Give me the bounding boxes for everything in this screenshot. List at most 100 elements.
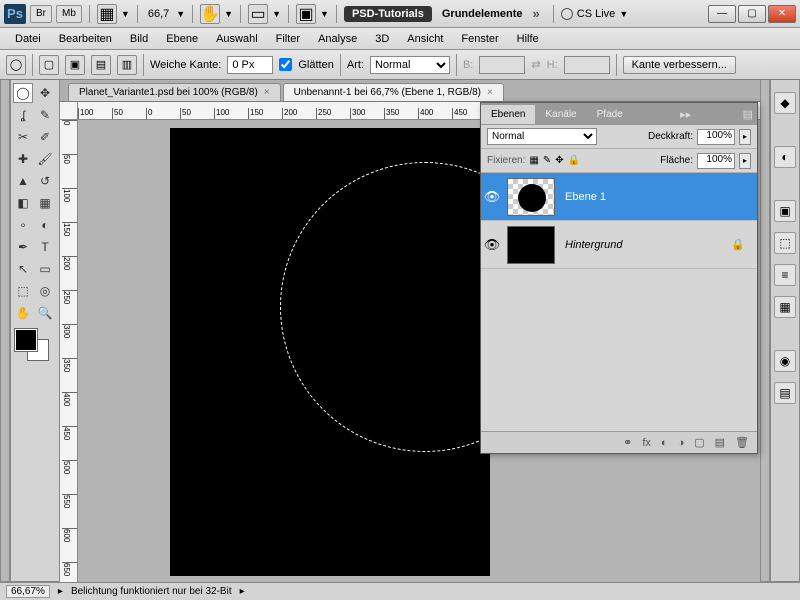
- status-arrow-icon[interactable]: ▸: [58, 586, 63, 597]
- opacity-input[interactable]: 100%: [697, 129, 735, 145]
- workspace-label[interactable]: Grundelemente: [442, 8, 523, 20]
- layer-thumbnail[interactable]: [507, 226, 555, 264]
- blend-mode-select[interactable]: Normal: [487, 128, 597, 145]
- fill-input[interactable]: 100%: [697, 153, 735, 169]
- lock-paint-icon[interactable]: ✎: [543, 155, 551, 166]
- style-select[interactable]: Normal: [370, 56, 450, 74]
- layer-group-icon[interactable]: ▢: [694, 436, 704, 449]
- history-brush-tool[interactable]: ↺: [35, 171, 55, 191]
- 3dcam-tool[interactable]: ◎: [35, 281, 55, 301]
- layer-name[interactable]: Hintergrund: [565, 239, 622, 251]
- move-tool[interactable]: ✥: [35, 83, 55, 103]
- feather-input[interactable]: [227, 56, 273, 74]
- menu-ebene[interactable]: Ebene: [157, 30, 207, 48]
- menu-ansicht[interactable]: Ansicht: [398, 30, 452, 48]
- pen-tool[interactable]: ✒: [13, 237, 33, 257]
- status-zoom[interactable]: 66,67%: [6, 585, 50, 598]
- crop-tool[interactable]: ✂: [13, 127, 33, 147]
- fill-flyout[interactable]: ▸: [739, 153, 751, 169]
- tab-close-icon[interactable]: ×: [264, 87, 270, 98]
- menu-bild[interactable]: Bild: [121, 30, 157, 48]
- color-swatches[interactable]: [13, 329, 57, 363]
- fg-swatch[interactable]: [15, 329, 37, 351]
- 3d-tool[interactable]: ⬚: [13, 281, 33, 301]
- layer-fx-icon[interactable]: fx: [642, 437, 651, 449]
- swatches-dock-icon[interactable]: ⬚: [774, 232, 796, 254]
- lock-all-icon[interactable]: 🔒: [568, 155, 580, 166]
- hand-tool[interactable]: ✋: [13, 303, 33, 323]
- menu-bearbeiten[interactable]: Bearbeiten: [50, 30, 121, 48]
- layer-row[interactable]: 👁 Hintergrund 🔒: [481, 221, 757, 269]
- type-tool[interactable]: T: [35, 237, 55, 257]
- minimize-button[interactable]: —: [708, 5, 736, 23]
- zoom-value[interactable]: 66,7: [145, 8, 172, 20]
- masks-dock-icon[interactable]: ▦: [774, 296, 796, 318]
- hand-icon[interactable]: ✋: [200, 4, 220, 24]
- menu-datei[interactable]: Datei: [6, 30, 50, 48]
- quickselect-tool[interactable]: ✎: [35, 105, 55, 125]
- document-canvas[interactable]: [170, 128, 490, 576]
- cslive-button[interactable]: CS Live▼: [561, 8, 628, 20]
- new-layer-icon[interactable]: ▤: [715, 436, 725, 449]
- sel-add-icon[interactable]: ▣: [65, 55, 85, 75]
- zoom-tool[interactable]: 🔍: [35, 303, 55, 323]
- ruler-vertical[interactable]: 050100150200250300350400450500550600650: [60, 120, 78, 582]
- layer-thumbnail[interactable]: [507, 178, 555, 216]
- color-dock-icon[interactable]: ◐: [774, 146, 796, 168]
- adjust-dock-icon[interactable]: ≡: [774, 264, 796, 286]
- bridge-button[interactable]: Br: [30, 5, 52, 23]
- left-collapse-bar[interactable]: [0, 80, 10, 582]
- actions-dock-icon[interactable]: ▤: [774, 382, 796, 404]
- ruler-origin[interactable]: [60, 102, 78, 120]
- lasso-tool[interactable]: ʆ: [13, 105, 33, 125]
- dodge-tool[interactable]: ◐: [35, 215, 55, 235]
- antialias-checkbox[interactable]: [279, 58, 292, 71]
- opacity-flyout[interactable]: ▸: [739, 129, 751, 145]
- right-collapse-bar[interactable]: [760, 80, 770, 582]
- panel-menu-icon[interactable]: ▤: [743, 108, 753, 121]
- menu-filter[interactable]: Filter: [267, 30, 309, 48]
- tab-close-icon[interactable]: ×: [487, 87, 493, 98]
- tab-kanaele[interactable]: Kanäle: [535, 105, 586, 124]
- visibility-toggle[interactable]: 👁: [481, 237, 503, 253]
- view-extras-icon[interactable]: ▦: [97, 4, 117, 24]
- status-arrow-icon[interactable]: ▸: [240, 586, 245, 597]
- brush-tool[interactable]: 🖌: [35, 149, 55, 169]
- tab-ebenen[interactable]: Ebenen: [481, 105, 535, 124]
- marquee-tool[interactable]: ◯: [13, 83, 33, 103]
- menu-auswahl[interactable]: Auswahl: [207, 30, 267, 48]
- path-tool[interactable]: ↖: [13, 259, 33, 279]
- blur-tool[interactable]: ∘: [13, 215, 33, 235]
- layer-mask-icon[interactable]: ◐: [661, 437, 668, 449]
- menu-analyse[interactable]: Analyse: [309, 30, 366, 48]
- screenmode-icon[interactable]: ▣: [296, 4, 316, 24]
- sel-int-icon[interactable]: ▥: [117, 55, 137, 75]
- minibridge-button[interactable]: Mb: [56, 5, 82, 23]
- healing-tool[interactable]: ✚: [13, 149, 33, 169]
- shape-tool[interactable]: ▭: [35, 259, 55, 279]
- eraser-tool[interactable]: ◧: [13, 193, 33, 213]
- history-dock-icon[interactable]: ◉: [774, 350, 796, 372]
- adjustment-layer-icon[interactable]: ◑: [678, 437, 685, 449]
- eyedropper-tool[interactable]: ✐: [35, 127, 55, 147]
- close-button[interactable]: ✕: [768, 5, 796, 23]
- menu-hilfe[interactable]: Hilfe: [508, 30, 548, 48]
- refine-edge-button[interactable]: Kante verbessern...: [623, 56, 736, 74]
- layers-dock-icon[interactable]: ◆: [774, 92, 796, 114]
- doc-tab-1[interactable]: Planet_Variante1.psd bei 100% (RGB/8)×: [68, 83, 281, 101]
- link-layers-icon[interactable]: ⚭: [623, 436, 632, 449]
- layer-row[interactable]: 👁 Ebene 1: [481, 173, 757, 221]
- tab-pfade[interactable]: Pfade: [587, 105, 633, 124]
- gradient-tool[interactable]: ▦: [35, 193, 55, 213]
- lock-trans-icon[interactable]: ▦: [529, 155, 538, 166]
- stamp-tool[interactable]: ▲: [13, 171, 33, 191]
- workspace-button[interactable]: PSD-Tutorials: [344, 6, 432, 22]
- active-tool-icon[interactable]: ◯: [6, 55, 26, 75]
- sel-new-icon[interactable]: ▢: [39, 55, 59, 75]
- layer-name[interactable]: Ebene 1: [565, 191, 606, 203]
- workspace-more-icon[interactable]: »: [533, 6, 540, 21]
- doc-tab-2[interactable]: Unbenannt-1 bei 66,7% (Ebene 1, RGB/8)×: [283, 83, 504, 101]
- styles-dock-icon[interactable]: ▣: [774, 200, 796, 222]
- menu-3d[interactable]: 3D: [366, 30, 398, 48]
- menu-fenster[interactable]: Fenster: [452, 30, 507, 48]
